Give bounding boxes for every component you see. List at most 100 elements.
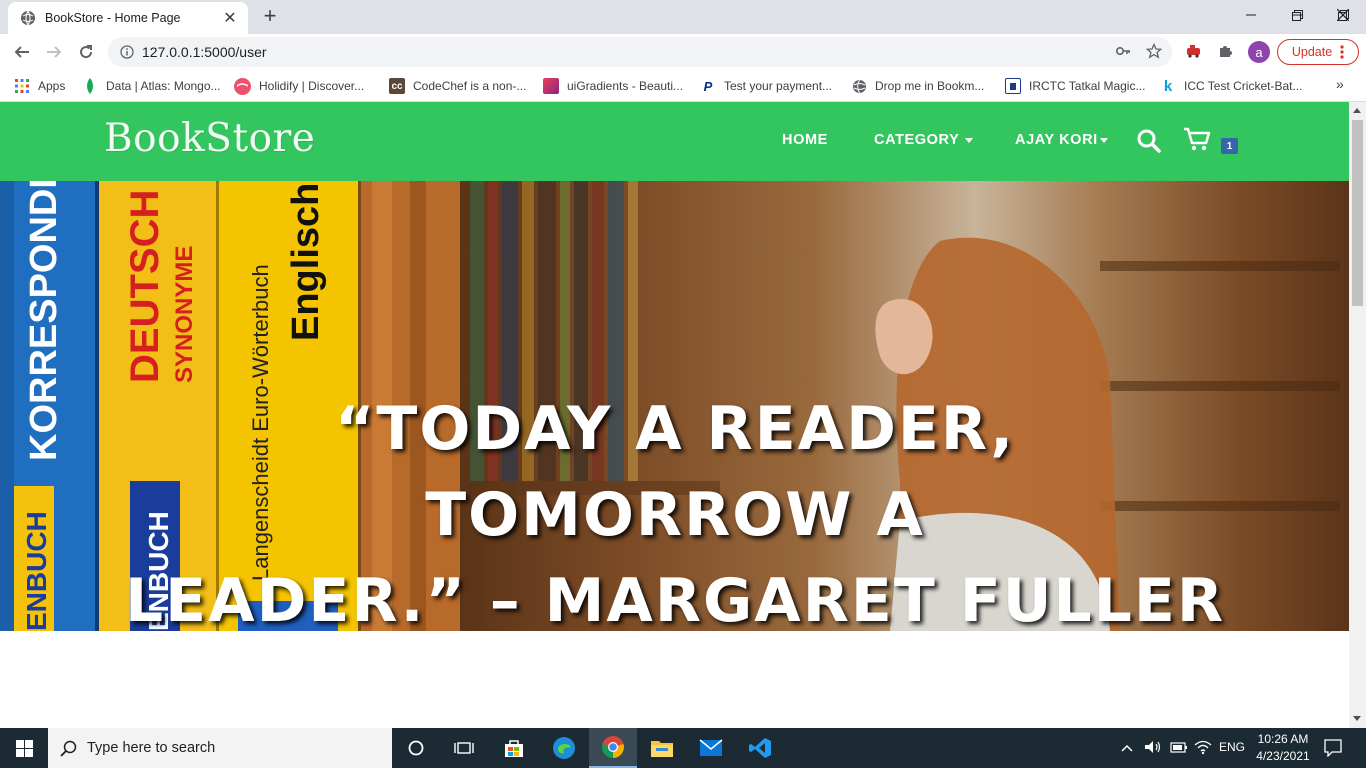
page-viewport: BookStore HOME CATEGORY AJAY KORI 1 KORR… — [0, 102, 1349, 728]
book-spine-deutsch: DEUTSCH — [123, 190, 167, 383]
chevron-double-right-icon[interactable]: » — [1336, 76, 1344, 92]
more-menu-icon — [1340, 45, 1344, 59]
bookmark-apps[interactable]: Apps — [14, 76, 65, 96]
key-icon[interactable] — [1113, 41, 1133, 61]
bookmark-holidify[interactable]: Holidify | Discover... — [234, 76, 364, 96]
forward-arrow-icon[interactable] — [41, 39, 67, 65]
tray-chevron-up-icon[interactable] — [1120, 740, 1134, 758]
browser-toolbar: 127.0.0.1:5000/user a Update — [0, 34, 1366, 70]
new-tab-button[interactable]: + — [258, 5, 282, 29]
bookmark-label: Data | Atlas: Mongo... — [106, 79, 221, 93]
bookmark-mongodb[interactable]: Data | Atlas: Mongo... — [82, 76, 221, 96]
book-spine-englisch: Englisch — [285, 183, 327, 341]
book-spine-korrespondenz: KORRESPONDENZ — [23, 181, 65, 461]
bookmark-payment[interactable]: P Test your payment... — [700, 76, 832, 96]
uigradients-icon — [543, 78, 559, 94]
bookmark-codechef[interactable]: cc CodeChef is a non-... — [389, 76, 526, 96]
browser-tab[interactable]: BookStore - Home Page ✕ — [8, 2, 248, 34]
holidify-icon — [234, 77, 251, 95]
minimize-window-icon[interactable] — [1228, 0, 1274, 30]
cart-count-badge: 1 — [1221, 138, 1238, 154]
file-explorer-icon[interactable] — [638, 728, 686, 768]
extension-red-icon[interactable] — [1183, 40, 1205, 62]
bookmark-irctc[interactable]: IRCTC Tatkal Magic... — [1005, 76, 1145, 96]
profile-avatar[interactable]: a — [1248, 41, 1270, 63]
language-indicator[interactable]: ENG — [1219, 740, 1245, 754]
update-button[interactable]: Update — [1277, 39, 1359, 65]
star-icon[interactable] — [1144, 41, 1164, 61]
mongodb-leaf-icon — [82, 78, 98, 94]
windows-start-icon[interactable] — [0, 728, 48, 768]
bookmark-drop-me[interactable]: Drop me in Bookm... — [851, 76, 984, 96]
bookmark-label: IRCTC Tatkal Magic... — [1029, 79, 1146, 93]
clock-time[interactable]: 10:26 AM — [1254, 732, 1312, 746]
bookmark-label: Test your payment... — [724, 79, 833, 93]
reload-icon[interactable] — [73, 39, 99, 65]
restore-window-icon[interactable] — [1274, 0, 1320, 30]
battery-icon[interactable] — [1170, 741, 1188, 759]
update-label: Update — [1291, 45, 1333, 59]
back-arrow-icon[interactable] — [9, 39, 35, 65]
bookmark-label: Holidify | Discover... — [259, 79, 365, 93]
scrollbar-thumb[interactable] — [1352, 120, 1363, 306]
bookmark-uigradients[interactable]: uiGradients - Beauti... — [543, 76, 683, 96]
scroll-down-arrow-icon[interactable] — [1353, 716, 1361, 721]
cortana-icon[interactable] — [392, 728, 440, 768]
bookmark-icc[interactable]: k ICC Test Cricket-Bat... — [1160, 76, 1303, 96]
search-icon[interactable] — [1135, 128, 1163, 154]
hero-quote: “TODAY A READER, TOMORROW A LEADER.” – M… — [110, 386, 1240, 631]
bookmark-label: uiGradients - Beauti... — [567, 79, 684, 93]
info-icon[interactable] — [120, 45, 134, 59]
site-navbar: BookStore HOME CATEGORY AJAY KORI 1 — [0, 102, 1349, 181]
chrome-icon[interactable] — [589, 728, 637, 768]
bookmarks-bar: Apps Data | Atlas: Mongo... Holidify | D… — [0, 70, 1366, 102]
nav-user-menu[interactable]: AJAY KORI — [1015, 132, 1108, 148]
nav-category-label: CATEGORY — [874, 132, 960, 148]
wifi-icon[interactable] — [1194, 739, 1212, 760]
windows-taskbar: Type here to search ENG 10:26 AM 4/23/20… — [0, 728, 1366, 768]
nav-home[interactable]: HOME — [782, 132, 828, 148]
volume-icon[interactable] — [1144, 739, 1162, 760]
book-spine-synonyme: SYNONYME — [171, 246, 198, 383]
browser-tab-bar: BookStore - Home Page ✕ + — [0, 0, 1366, 34]
task-view-icon[interactable] — [440, 728, 488, 768]
site-logo[interactable]: BookStore — [104, 116, 315, 161]
bookmark-label: ICC Test Cricket-Bat... — [1184, 79, 1303, 93]
search-icon — [60, 740, 77, 757]
page-scrollbar[interactable] — [1349, 102, 1366, 728]
mail-icon[interactable] — [687, 728, 735, 768]
irctc-icon — [1005, 78, 1021, 94]
paypal-icon: P — [703, 78, 713, 94]
caret-down-icon — [965, 137, 974, 143]
k-icon: k — [1163, 77, 1173, 95]
vscode-icon[interactable] — [736, 728, 784, 768]
codechef-icon: cc — [389, 78, 405, 94]
book-spine-enbuch-1: ENBUCH — [21, 511, 52, 631]
hero-banner: KORRESPONDENZ DEUTSCH SYNONYME Langensch… — [0, 181, 1349, 631]
bookmark-label: Drop me in Bookm... — [875, 79, 985, 93]
taskbar-search-placeholder: Type here to search — [87, 740, 216, 756]
scroll-up-arrow-icon[interactable] — [1353, 108, 1361, 113]
apps-grid-icon — [14, 78, 30, 94]
bookmark-label: CodeChef is a non-... — [413, 79, 527, 93]
microsoft-store-icon[interactable] — [490, 728, 538, 768]
notifications-icon[interactable] — [1324, 739, 1342, 762]
edge-icon[interactable] — [540, 728, 588, 768]
globe-icon — [851, 78, 867, 94]
address-bar[interactable]: 127.0.0.1:5000/user — [108, 37, 1172, 67]
hero-quote-line-1: “TODAY A READER, TOMORROW A — [334, 394, 1016, 550]
taskbar-search-box[interactable]: Type here to search — [48, 728, 392, 768]
cart-icon[interactable] — [1183, 126, 1211, 152]
caret-down-icon — [1099, 137, 1108, 143]
tab-title: BookStore - Home Page — [45, 11, 181, 25]
extensions-puzzle-icon[interactable] — [1214, 40, 1236, 62]
clock-date[interactable]: 4/23/2021 — [1254, 749, 1312, 763]
hero-quote-line-2: LEADER.” – MARGARET FULLER — [124, 566, 1226, 631]
close-window-icon[interactable] — [1320, 0, 1366, 30]
globe-icon — [20, 10, 36, 26]
url-text: 127.0.0.1:5000/user — [142, 44, 267, 60]
nav-user-label: AJAY KORI — [1015, 132, 1098, 148]
bookmark-label: Apps — [38, 79, 66, 93]
nav-category[interactable]: CATEGORY — [874, 132, 974, 148]
close-tab-icon[interactable]: ✕ — [222, 8, 238, 28]
